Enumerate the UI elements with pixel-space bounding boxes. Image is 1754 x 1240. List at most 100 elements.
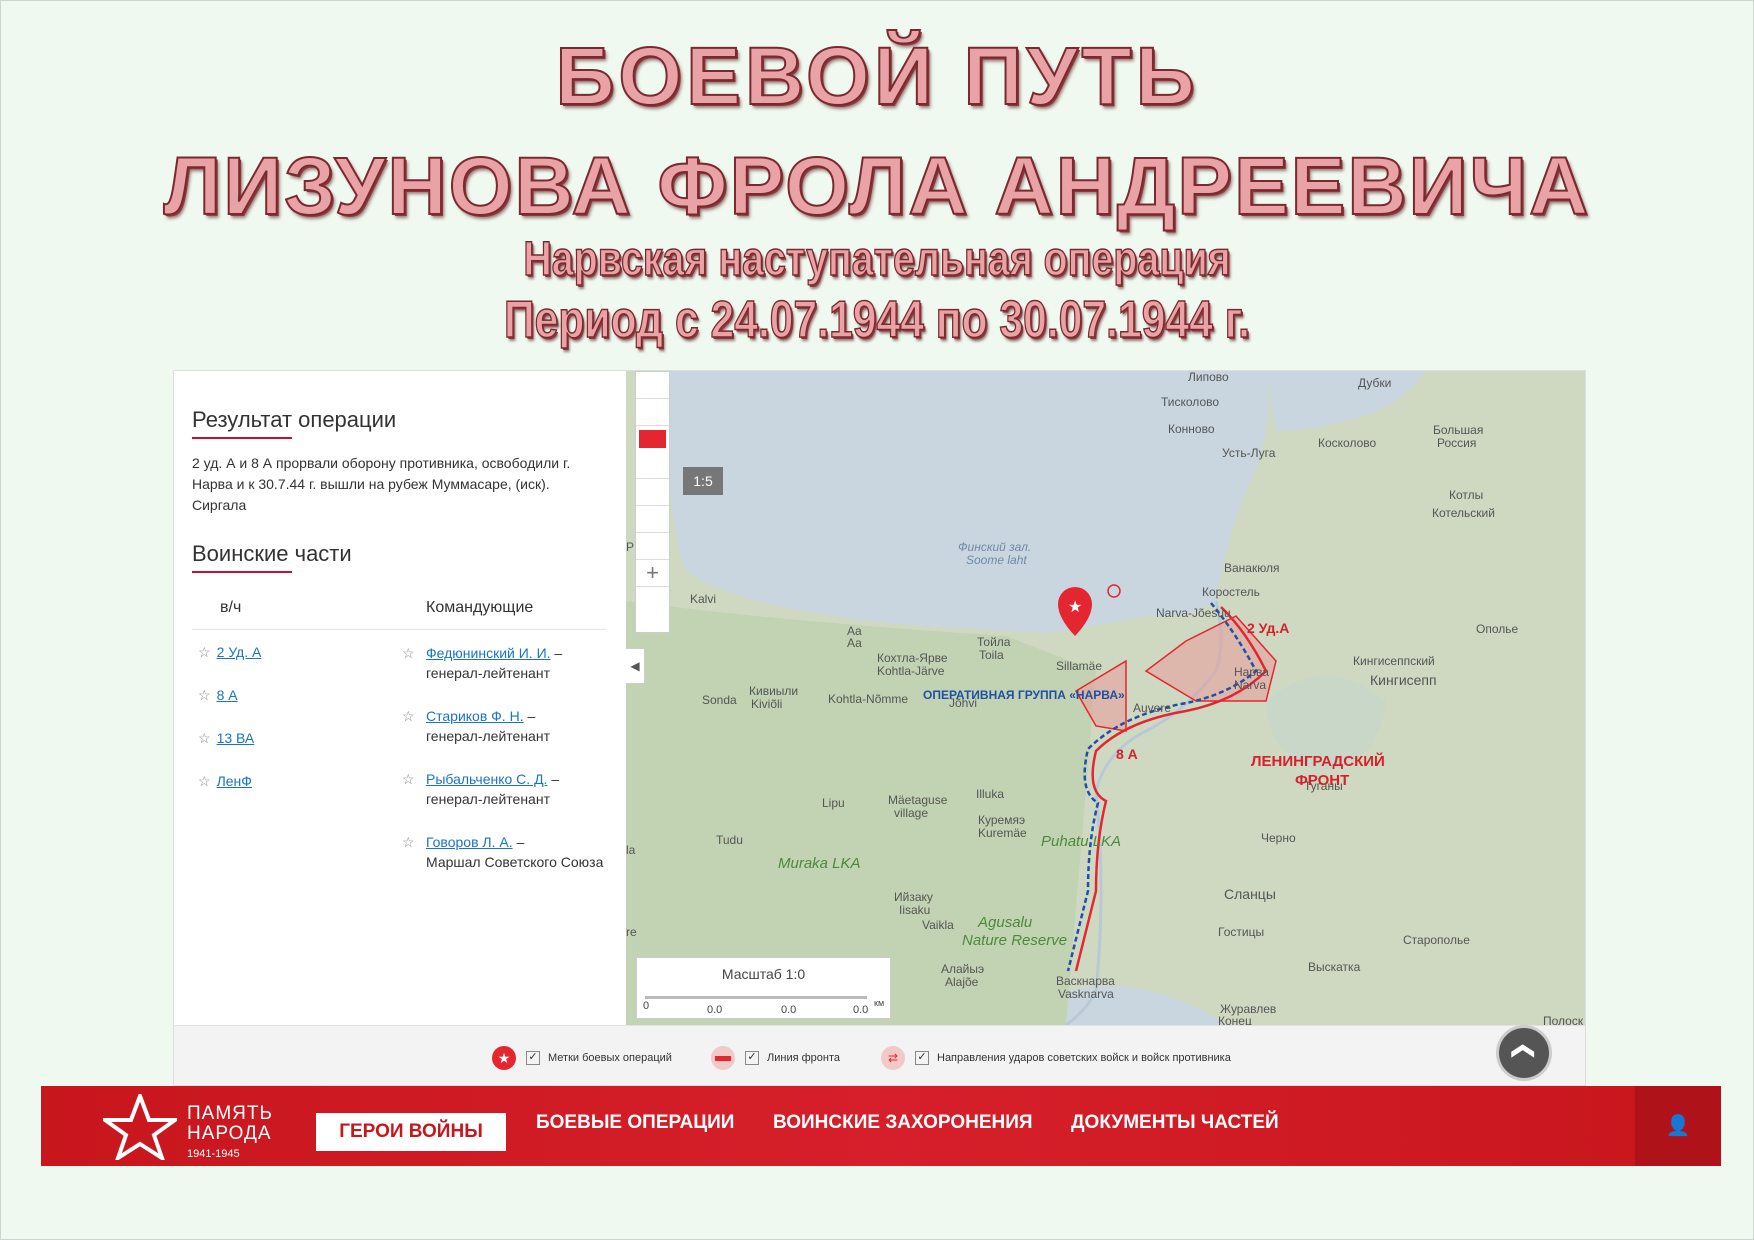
legend-item-front[interactable]: ✓ Линия фронта [711,1046,840,1070]
map-label: Muraka LKA [778,855,861,872]
map-label: Усть-Луга [1222,446,1276,460]
commander-link[interactable]: Федюнинский И. И. [426,645,551,661]
star-icon[interactable]: ☆ [198,644,211,660]
scale-tick: 0 [643,1000,650,1012]
commander-row: ☆ Говоров Л. А. – Маршал Советского Союза [402,832,604,870]
user-icon: 👤 [1665,1115,1691,1137]
star-icon[interactable]: ☆ [198,687,211,703]
map-label: Kiviõli [751,697,783,711]
map-label: Ополье [1476,622,1519,636]
scale-tick: 0.0 [853,1004,869,1016]
map-label: Тисколово [1161,395,1220,409]
zoom-step[interactable] [636,533,669,560]
unit-link[interactable]: 2 Уд. А [217,644,262,660]
map-label: Россия [1437,436,1477,450]
unit-row: ☆ 2 Уд. А [198,644,261,661]
map-label: Коростель [1202,585,1260,599]
front-line-icon [711,1046,735,1070]
map-label: Липово [1188,371,1229,384]
star-logo-icon [103,1094,177,1160]
map-label: Черно [1261,831,1296,845]
map-label: Кингисеппский [1353,654,1435,668]
info-sidebar: Результат операции 2 уд. А и 8 А прорвал… [174,371,622,1025]
zoom-step[interactable] [636,399,669,426]
direction-arrows-icon: ⇄ [881,1046,905,1070]
legend-checkbox[interactable]: ✓ [745,1051,759,1065]
unit-row: ☆ ЛенФ [198,773,252,790]
star-icon[interactable]: ☆ [402,769,415,789]
commander-link[interactable]: Рыбальченко С. Д. [426,771,547,787]
unit-link[interactable]: 13 ВА [217,730,255,746]
legend-label: Метки боевых операций [548,1052,672,1064]
map-label: Illuka [976,787,1005,801]
star-icon[interactable]: ☆ [198,730,211,746]
commander-link[interactable]: Стариков Ф. Н. [426,708,524,724]
army-label: 8 А [1116,746,1138,762]
map-label: Старополье [1403,933,1470,947]
map-label: Kuremäe [978,826,1027,840]
collapse-sidebar-button[interactable]: ◀ [626,648,645,684]
star-icon[interactable]: ☆ [402,643,415,663]
nav-item-heroes[interactable]: ГЕРОИ ВОЙНЫ [316,1113,506,1151]
commander-link[interactable]: Говоров Л. А. [426,834,513,850]
commander-row: ☆ Рыбальченко С. Д. – генерал-лейтенант [402,769,560,807]
column-unit: в/ч [220,599,242,616]
star-marker-icon: ★ [492,1046,516,1070]
star-icon[interactable]: ☆ [198,773,211,789]
column-commanders: Командующие [426,599,534,616]
map-label: Puhatu LKA [1041,833,1122,850]
nav-item-burials[interactable]: ВОИНСКИЕ ЗАХОРОНЕНИЯ [773,1112,1033,1134]
scale-box: Масштаб 1:0 0 0.0 0.0 0.0 км [636,957,891,1019]
operation-panel: Результат операции 2 уд. А и 8 А прорвал… [173,370,1586,1086]
legend-label: Линия фронта [767,1052,840,1064]
zoom-step[interactable] [636,452,669,479]
map-label: Agusalu [978,914,1033,931]
zoom-level-badge: 1:5 [683,467,723,495]
zoom-in-button[interactable]: + [636,560,669,587]
map-label: Кингисепп [1370,672,1437,688]
heading-period: Период с 24.07.1944 по 30.07.1944 г. [503,290,1251,350]
commander-row: ☆ Стариков Ф. Н. – генерал-лейтенант [402,706,550,744]
operation-map[interactable]: ★ Липово Дубки Тисколово Конново Большая… [626,371,1585,1025]
chevron-up-icon: ❮ [1512,1041,1537,1061]
map-label: Ванакюля [1224,561,1280,575]
map-label: Полоск [1543,1014,1584,1026]
group-label: ОПЕРАТИВНАЯ ГРУППА «НАРВА» [923,688,1125,702]
map-label: Дубки [1358,376,1392,390]
legend-checkbox[interactable]: ✓ [526,1051,540,1065]
user-button[interactable]: 👤 [1635,1086,1721,1166]
scroll-up-button[interactable]: ❮ [1496,1025,1552,1081]
map-label: Narva-Jõesuu [1156,606,1231,620]
map-label: Конец [1218,1014,1252,1026]
logo[interactable]: ПАМЯТЬ НАРОДА 1941-1945 [103,1094,283,1160]
map-label: Sonda [702,693,737,707]
legend-label: Направления ударов советских войск и вой… [937,1052,1231,1064]
logo-years: 1941-1945 [187,1148,240,1160]
zoom-step[interactable] [636,506,669,533]
zoom-current-step[interactable] [639,430,666,448]
nav-item-documents[interactable]: ДОКУМЕНТЫ ЧАСТЕЙ [1071,1112,1279,1134]
legend-checkbox[interactable]: ✓ [915,1051,929,1065]
nav-item-operations[interactable]: БОЕВЫЕ ОПЕРАЦИИ [536,1112,734,1134]
star-icon[interactable]: ☆ [402,706,415,726]
map-label: Vaikla [922,918,954,932]
operation-star-icon[interactable]: ★ [1068,597,1082,617]
zoom-slider[interactable]: + [635,371,670,633]
map-label: Soome laht [966,553,1027,567]
map-label: Kohtla-Nõmme [828,692,909,706]
legend-item-marks[interactable]: ★ ✓ Метки боевых операций [492,1046,672,1070]
unit-link[interactable]: 8 А [217,687,238,703]
heading-line-1: БОЕВОЙ ПУТЬ [554,30,1199,123]
commander-row: ☆ Федюнинский И. И. – генерал-лейтенант [402,643,563,681]
zoom-step[interactable] [636,479,669,506]
result-text: 2 уд. А и 8 А прорвали оборону противник… [192,455,571,513]
map-label: Toila [979,648,1004,662]
zoom-step[interactable] [636,372,669,399]
scale-tick: 0.0 [707,1004,723,1016]
star-icon[interactable]: ☆ [402,832,415,852]
map-label: Конново [1168,422,1215,436]
map-legend: ★ ✓ Метки боевых операций ✓ Линия фронта… [174,1025,1585,1085]
unit-link[interactable]: ЛенФ [217,773,252,789]
legend-item-directions[interactable]: ⇄ ✓ Направления ударов советских войск и… [881,1046,1231,1070]
map-label: Narva [1234,678,1267,692]
